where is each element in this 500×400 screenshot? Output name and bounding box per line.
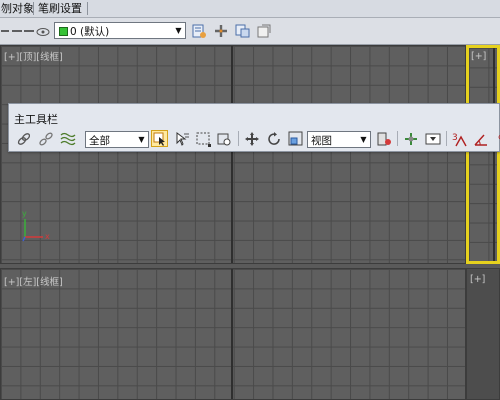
set-current-layer-icon[interactable] bbox=[256, 22, 272, 38]
snaps-icon[interactable]: 3 bbox=[451, 130, 468, 147]
select-object-icon[interactable] bbox=[151, 130, 168, 147]
viewport-perspective[interactable]: [+] bbox=[466, 268, 500, 400]
dash-icon[interactable] bbox=[12, 24, 22, 38]
selection-filter-dropdown[interactable]: 全部 ▼ bbox=[85, 131, 149, 148]
toolbar-separator bbox=[397, 131, 398, 146]
axis-gizmo: y x bbox=[19, 209, 53, 246]
chevron-down-icon[interactable]: ▼ bbox=[358, 133, 369, 146]
link-icon[interactable] bbox=[15, 130, 32, 147]
scale-icon[interactable] bbox=[287, 130, 304, 147]
viewport-label[interactable]: [+][左][线框] bbox=[4, 274, 63, 288]
grid-axis-vertical bbox=[493, 48, 495, 261]
grid-axis-vertical bbox=[231, 269, 233, 399]
menu-item-objects[interactable]: 刎对象 bbox=[0, 1, 37, 16]
selection-filter-value: 全部 bbox=[89, 135, 110, 147]
grid-axis-vertical bbox=[231, 46, 233, 263]
chevron-down-icon[interactable]: ▼ bbox=[173, 24, 184, 37]
gizmo-x-label: x bbox=[45, 232, 50, 241]
select-by-name-icon[interactable] bbox=[173, 130, 190, 147]
bind-space-warp-icon[interactable] bbox=[59, 130, 76, 147]
toolbar-row: 全部 ▼ 视图 ▼ 3 bbox=[9, 127, 500, 151]
layer-value: 0 (默认) bbox=[70, 26, 110, 38]
manipulate-icon[interactable] bbox=[402, 130, 419, 147]
reference-coordinate-value: 视图 bbox=[311, 135, 332, 147]
layer-color-swatch bbox=[59, 27, 68, 36]
reference-coordinate-dropdown[interactable]: 视图 ▼ bbox=[307, 131, 371, 148]
main-toolbar[interactable]: 主工具栏 全部 ▼ 视图 ▼ 3 bbox=[8, 103, 500, 152]
viewport-left[interactable]: [+][左][线框] bbox=[0, 268, 466, 400]
percent-snap-icon[interactable]: % bbox=[493, 130, 500, 147]
viewport-label[interactable]: [+] bbox=[470, 274, 485, 285]
rect-selection-icon[interactable] bbox=[194, 130, 211, 147]
viewport-top[interactable]: [+][顶][线框] y x bbox=[0, 45, 466, 264]
rotate-icon[interactable] bbox=[265, 130, 282, 147]
keyboard-shortcut-icon[interactable] bbox=[424, 130, 441, 147]
layer-toolbar: 0 (默认) ▼ bbox=[0, 18, 500, 45]
toolbar-separator bbox=[238, 131, 239, 146]
toolbar-separator bbox=[446, 131, 447, 146]
chevron-down-icon[interactable]: ▼ bbox=[136, 133, 147, 146]
select-in-layer-icon[interactable] bbox=[235, 22, 251, 38]
toolbar-title: 主工具栏 bbox=[14, 113, 58, 126]
window-crossing-icon[interactable] bbox=[215, 130, 232, 147]
viewport-front[interactable]: [+] bbox=[466, 45, 500, 264]
unlink-icon[interactable] bbox=[37, 130, 54, 147]
viewport-label[interactable]: [+] bbox=[471, 51, 486, 62]
menu-separator bbox=[87, 2, 88, 15]
move-icon[interactable] bbox=[243, 130, 260, 147]
pivot-center-icon[interactable] bbox=[375, 130, 392, 147]
new-layer-icon[interactable] bbox=[191, 22, 207, 38]
menu-bar: 刎对象 笔刷设置 bbox=[0, 0, 500, 18]
dash-icon[interactable] bbox=[1, 24, 9, 38]
viewport-label[interactable]: [+][顶][线框] bbox=[4, 49, 63, 63]
eye-hide-icon[interactable] bbox=[35, 24, 51, 38]
menu-separator bbox=[33, 2, 34, 15]
menu-item-brush-settings[interactable]: 笔刷设置 bbox=[35, 1, 85, 16]
layer-dropdown[interactable]: 0 (默认) ▼ bbox=[54, 22, 186, 39]
gizmo-y-label: y bbox=[22, 209, 27, 218]
add-to-layer-icon[interactable] bbox=[213, 22, 229, 37]
dash-icon[interactable] bbox=[24, 24, 34, 38]
svg-text:3: 3 bbox=[452, 133, 458, 143]
angle-snap-icon[interactable] bbox=[472, 130, 489, 147]
